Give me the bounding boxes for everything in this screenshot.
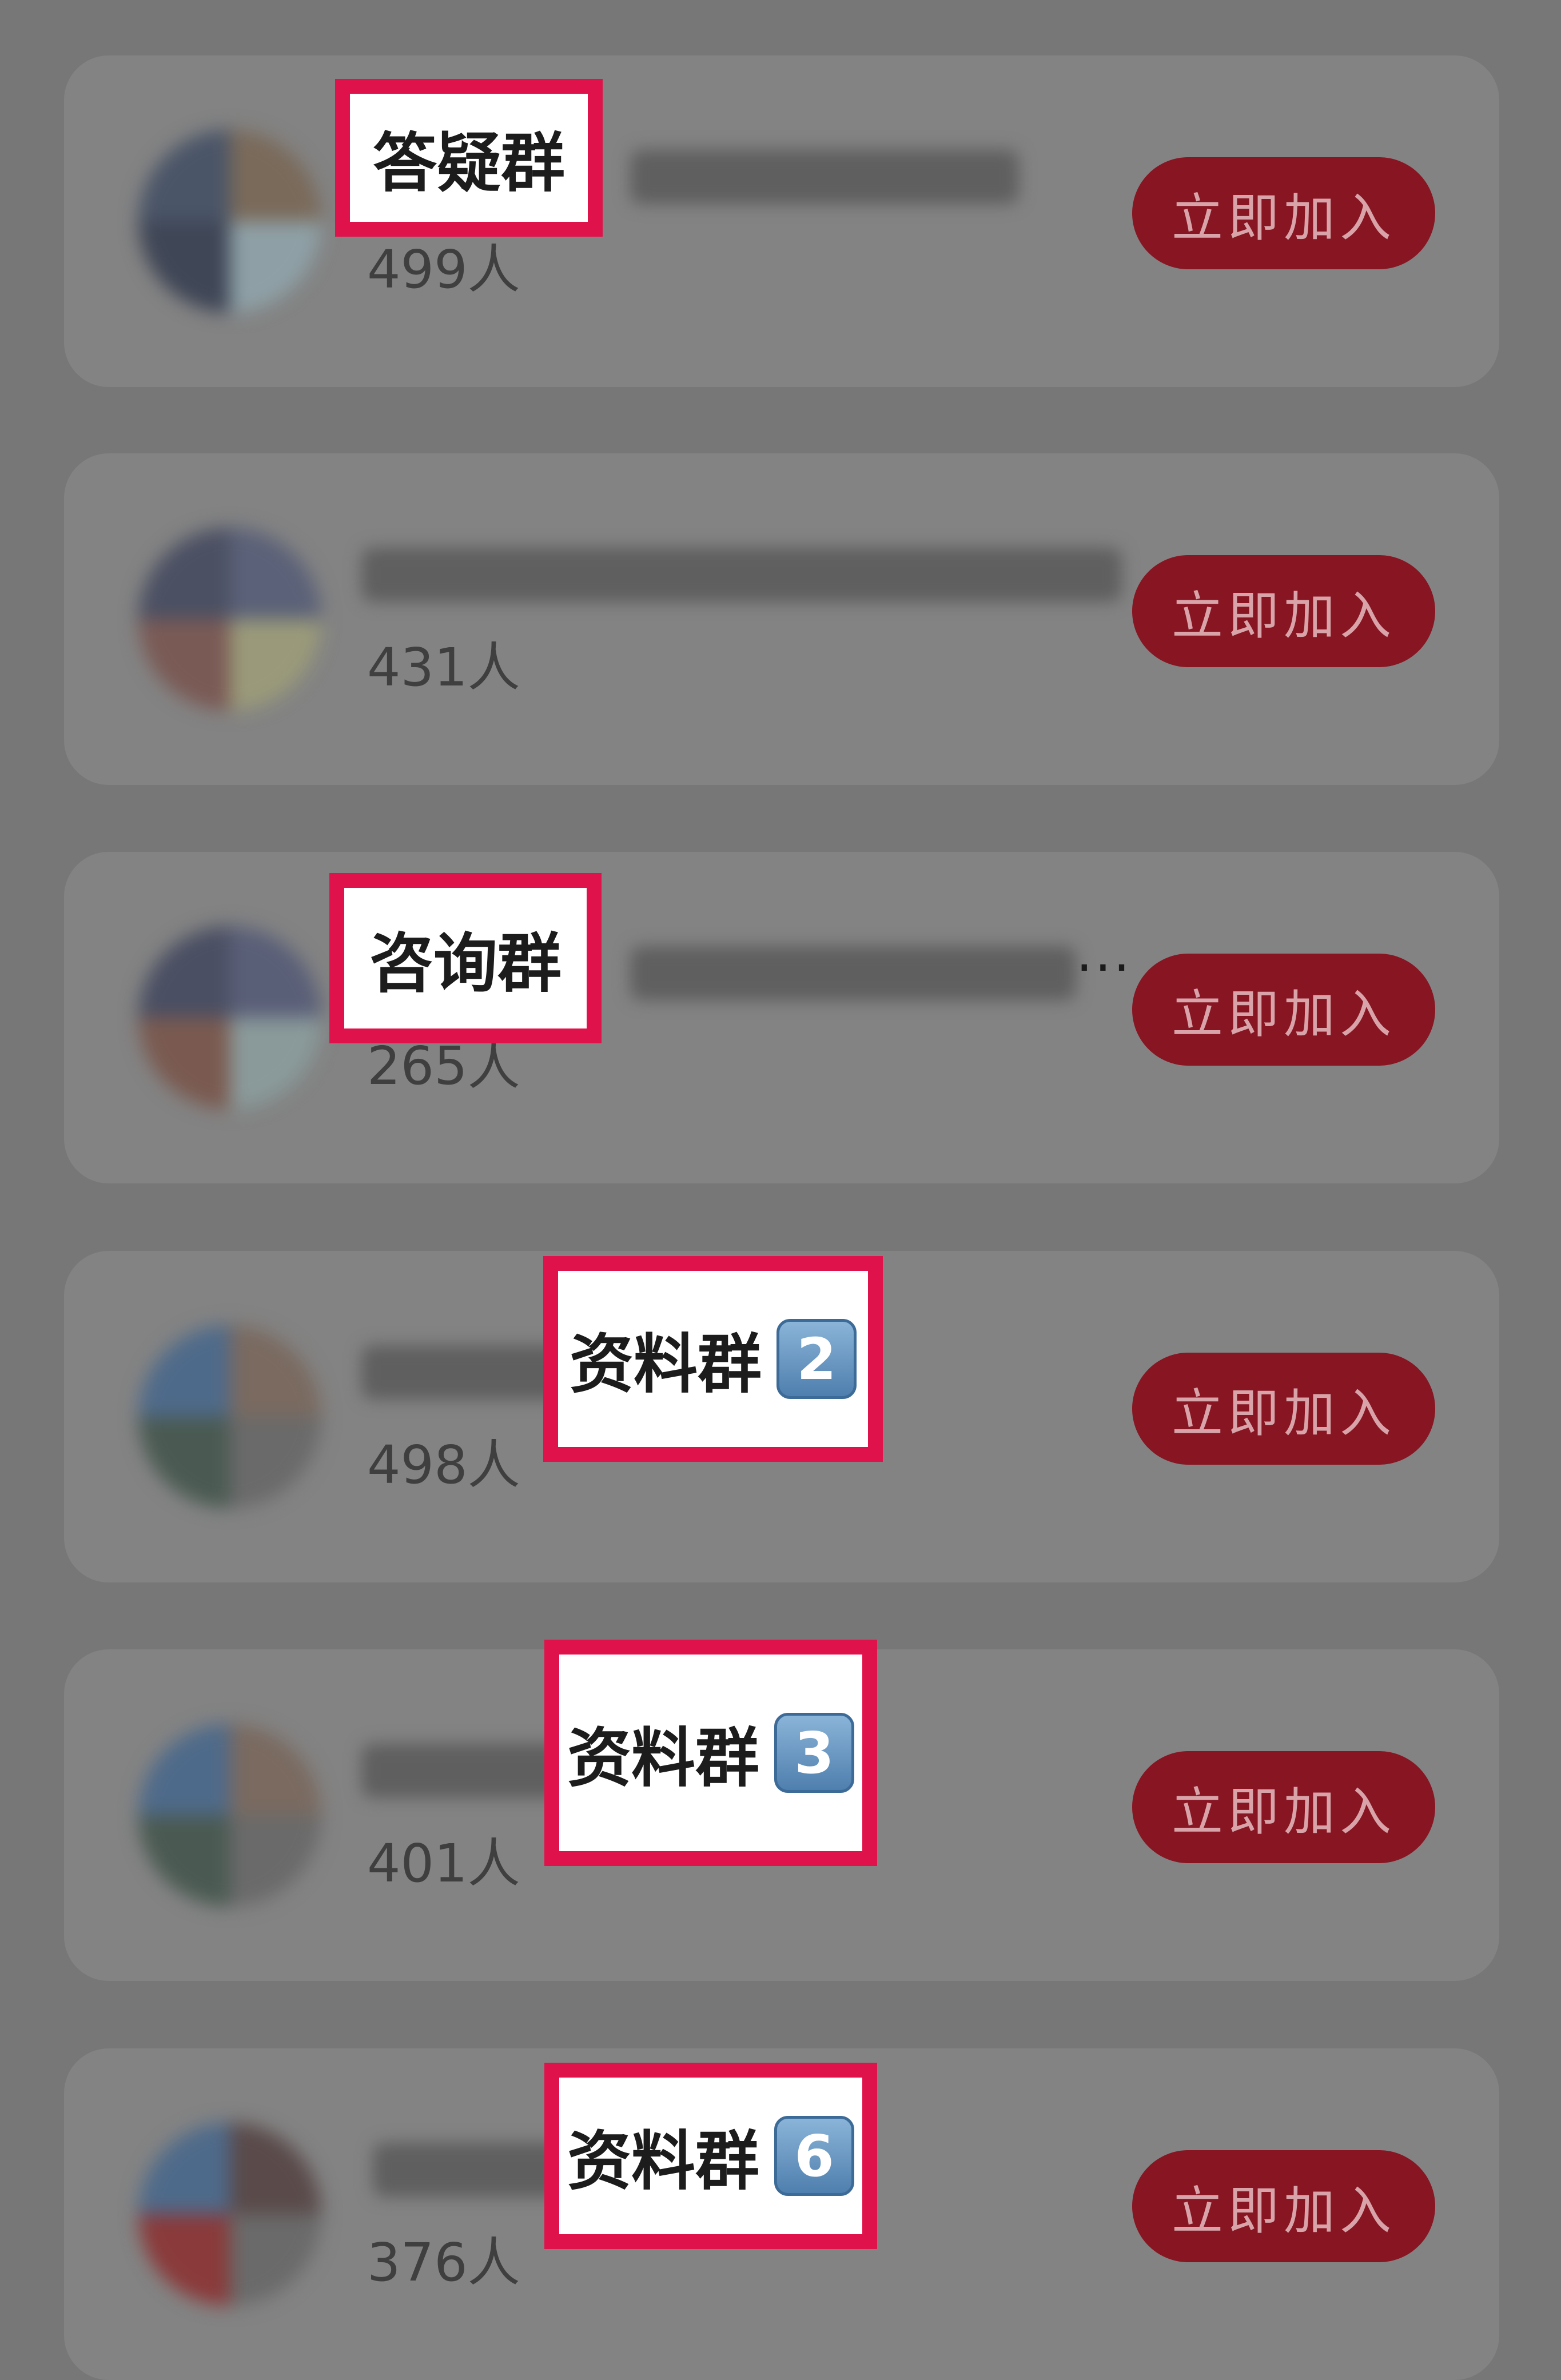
group-avatar: [138, 528, 321, 711]
group-type-text: 资料群: [567, 2124, 759, 2199]
group-type-text: 资料群: [567, 1721, 759, 1796]
group-type-label: 资料群 6: [544, 2063, 877, 2249]
group-type-label: 资料群 3: [544, 1640, 877, 1866]
keycap-digit-icon: 3: [774, 1713, 854, 1793]
member-count: 498人: [367, 1434, 520, 1496]
group-type-text: 答疑群: [373, 126, 565, 201]
keycap-digit-icon: 6: [774, 2116, 854, 2196]
member-count: 431人: [367, 637, 520, 698]
member-count: 376人: [367, 2232, 520, 2293]
group-type-label: 答疑群: [335, 79, 603, 237]
group-name-redacted: [361, 548, 1122, 602]
group-card[interactable]: ... 265人 立即加入: [64, 852, 1499, 1183]
group-type-label: 资料群 2: [543, 1256, 883, 1462]
group-avatar: [138, 2123, 321, 2306]
group-name-redacted: [630, 946, 1076, 1000]
join-button[interactable]: 立即加入: [1132, 2150, 1435, 2262]
group-name-redacted: [630, 150, 1019, 204]
group-avatar: [138, 1325, 321, 1508]
group-card[interactable]: 431人 立即加入: [64, 453, 1499, 785]
join-button[interactable]: 立即加入: [1132, 1353, 1435, 1465]
join-button[interactable]: 立即加入: [1132, 555, 1435, 667]
group-type-label: 咨询群: [329, 873, 602, 1043]
join-button[interactable]: 立即加入: [1132, 1751, 1435, 1863]
join-button[interactable]: 立即加入: [1132, 954, 1435, 1066]
group-type-text: 资料群: [570, 1327, 762, 1402]
group-card[interactable]: 499人 立即加入: [64, 55, 1499, 387]
group-avatar: [138, 926, 321, 1109]
group-avatar: [138, 1724, 321, 1907]
group-avatar: [138, 130, 321, 313]
member-count: 499人: [367, 239, 520, 300]
member-count: 401人: [367, 1833, 520, 1894]
group-type-text: 咨询群: [369, 927, 562, 1001]
name-overflow-ellipsis: ...: [1076, 923, 1132, 983]
keycap-digit-icon: 2: [776, 1319, 857, 1399]
join-button[interactable]: 立即加入: [1132, 157, 1435, 269]
